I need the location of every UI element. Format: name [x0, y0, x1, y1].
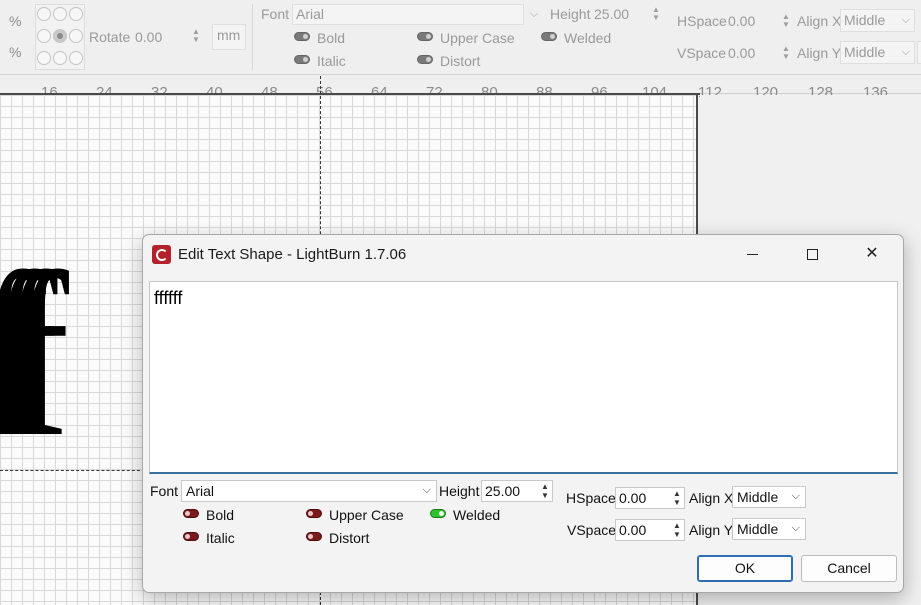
anchor-top-left-icon[interactable] — [37, 7, 51, 21]
height-stepper-icon[interactable]: ▲ ▼ — [540, 482, 550, 500]
anchor-middle-right-icon[interactable] — [69, 29, 83, 43]
minimize-icon[interactable] — [729, 235, 775, 273]
font-value: Arial — [186, 483, 215, 499]
toolbar-font-value: Arial — [296, 6, 325, 22]
toolbar-hspace-spinner-icon[interactable]: ▲ ▼ — [781, 13, 791, 29]
horizontal-guide-line — [0, 470, 145, 471]
toolbar-upper-case-label[interactable]: Upper Case — [440, 30, 515, 46]
align-y-chevron-down-icon: ⌵ — [791, 522, 800, 534]
bold-toggle-icon[interactable] — [183, 509, 199, 518]
toolbar-align-x-value: Middle — [844, 12, 886, 28]
toolbar-italic-toggle-icon[interactable] — [294, 55, 310, 64]
anchor-bottom-right-icon[interactable] — [69, 51, 83, 65]
hspace-spinbox[interactable]: 0.00 ▲ ▼ — [615, 487, 685, 509]
toolbar-bold-toggle-icon[interactable] — [294, 32, 310, 41]
font-combo[interactable]: Arial ⌵ — [181, 480, 437, 502]
toolbar-align-x-label: Align X — [797, 13, 842, 29]
vspace-value: 0.00 — [619, 522, 647, 538]
toolbar-height-spinner-icon[interactable]: ▲ ▼ — [651, 6, 661, 22]
close-icon[interactable]: ✕ — [849, 235, 895, 273]
align-y-combo[interactable]: Middle ⌵ — [732, 518, 806, 540]
vspace-stepper-icon[interactable]: ▲ ▼ — [672, 521, 682, 539]
align-y-label: Align Y — [689, 522, 734, 538]
toolbar-font-combo[interactable]: Arial — [292, 4, 524, 25]
anchor-bottom-left-icon[interactable] — [37, 51, 51, 65]
align-x-value: Middle — [737, 489, 779, 505]
toolbar-upper-case-toggle-icon[interactable] — [417, 32, 433, 41]
upper-case-toggle-icon[interactable] — [306, 509, 322, 518]
welded-toggle-icon[interactable] — [430, 509, 446, 518]
italic-label[interactable]: Italic — [206, 530, 235, 546]
toolbar-hspace-value[interactable]: 0.00 — [728, 13, 755, 29]
upper-case-label[interactable]: Upper Case — [329, 507, 404, 523]
distort-label[interactable]: Distort — [329, 530, 369, 546]
anchor-point-grid[interactable] — [35, 4, 85, 70]
toolbar-welded-label[interactable]: Welded — [564, 30, 611, 46]
align-x-label: Align X — [689, 490, 734, 506]
toolbar-align-x-combo[interactable]: Middle ⌵ — [840, 9, 915, 32]
toolbar-height-value[interactable]: 25.00 — [594, 6, 629, 22]
dialog-title: Edit Text Shape - LightBurn 1.7.06 — [178, 246, 407, 263]
text-content-editor[interactable]: ffffff — [149, 281, 898, 474]
rotate-label: Rotate — [89, 29, 131, 45]
toolbar-clipped-control[interactable] — [917, 41, 921, 64]
toolbar-italic-label[interactable]: Italic — [317, 53, 346, 69]
unit-selector[interactable]: mm — [212, 24, 246, 50]
toolbar-bold-label[interactable]: Bold — [317, 30, 345, 46]
toolbar-distort-toggle-icon[interactable] — [417, 55, 433, 64]
anchor-top-center-icon[interactable] — [53, 7, 67, 21]
dialog-titlebar[interactable]: Edit Text Shape - LightBurn 1.7.06 ✕ — [143, 235, 903, 275]
anchor-bottom-center-icon[interactable] — [53, 51, 67, 65]
toolbar-font-chevron-down-icon[interactable]: ⌵ — [530, 8, 538, 21]
unit-label: mm — [217, 27, 241, 43]
font-label: Font — [150, 483, 179, 499]
horizontal-ruler: 16 24 32 40 48 56 64 72 80 88 96 104 112… — [0, 76, 921, 101]
scale-x-percent: % — [9, 13, 22, 29]
hspace-value: 0.00 — [619, 490, 647, 506]
canvas-text-shape[interactable]: ffff — [0, 238, 69, 473]
edit-text-shape-dialog: Edit Text Shape - LightBurn 1.7.06 ✕ fff… — [142, 234, 904, 593]
toolbar-vspace-spinner-icon[interactable]: ▲ ▼ — [781, 45, 791, 61]
toolbar-height-label: Height — [550, 6, 591, 22]
vspace-label: VSpace — [567, 522, 617, 538]
anchor-center-icon[interactable] — [53, 29, 67, 43]
rotate-value[interactable]: 0.00 — [135, 29, 162, 45]
font-chevron-down-icon: ⌵ — [422, 484, 431, 496]
distort-toggle-icon[interactable] — [306, 532, 322, 541]
anchor-top-right-icon[interactable] — [69, 7, 83, 21]
align-x-combo[interactable]: Middle ⌵ — [732, 486, 806, 508]
align-x-chevron-down-icon: ⌵ — [791, 490, 800, 502]
toolbar-vspace-value[interactable]: 0.00 — [728, 45, 755, 61]
vspace-spinbox[interactable]: 0.00 ▲ ▼ — [615, 519, 685, 541]
italic-toggle-icon[interactable] — [183, 532, 199, 541]
toolbar-align-x-chevron-down-icon: ⌵ — [901, 14, 910, 26]
toolbar-distort-label[interactable]: Distort — [440, 53, 480, 69]
toolbar-vspace-label: VSpace — [677, 45, 727, 61]
hspace-stepper-icon[interactable]: ▲ ▼ — [672, 489, 682, 507]
cancel-button[interactable]: Cancel — [801, 555, 897, 582]
align-y-value: Middle — [737, 521, 779, 537]
toolbar-align-y-combo[interactable]: Middle ⌵ — [840, 41, 915, 64]
scale-y-percent: % — [9, 44, 22, 60]
toolbar-hspace-label: HSpace — [677, 13, 727, 29]
bold-label[interactable]: Bold — [206, 507, 234, 523]
welded-label[interactable]: Welded — [453, 507, 500, 523]
maximize-icon[interactable] — [789, 235, 835, 273]
ok-button[interactable]: OK — [697, 555, 793, 582]
toolbar-separator — [252, 4, 253, 70]
text-options-toolbar: % % Rotate 0.00 ▲ ▼ mm Font Arial ⌵ Heigh… — [0, 0, 921, 75]
toolbar-align-y-label: Align Y — [797, 45, 842, 61]
rotate-spinner-icon[interactable]: ▲ ▼ — [191, 28, 201, 44]
toolbar-align-y-value: Middle — [844, 44, 886, 60]
toolbar-font-label: Font — [261, 6, 290, 22]
height-spinbox[interactable]: 25.00 ▲ ▼ — [481, 480, 553, 502]
anchor-middle-left-icon[interactable] — [37, 29, 51, 43]
toolbar-align-y-chevron-down-icon: ⌵ — [901, 46, 910, 58]
height-value: 25.00 — [485, 483, 521, 499]
lightburn-logo-icon — [152, 245, 171, 264]
hspace-label: HSpace — [566, 490, 616, 506]
height-label: Height — [439, 483, 480, 499]
toolbar-welded-toggle-icon[interactable] — [541, 32, 557, 41]
